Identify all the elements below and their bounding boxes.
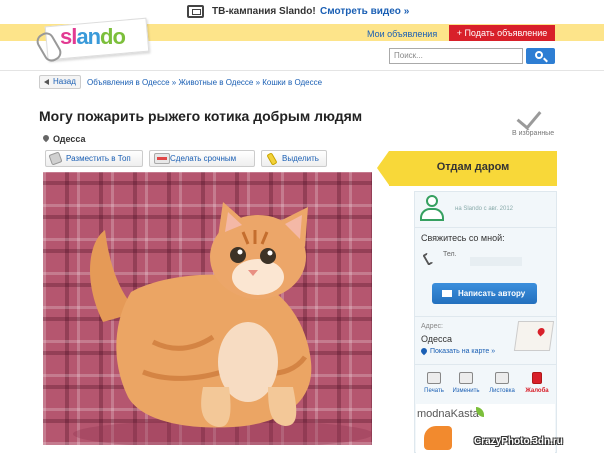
divider: [0, 70, 604, 71]
highlight-button[interactable]: Выделить: [261, 150, 327, 167]
logo-text: slando: [60, 24, 126, 49]
make-urgent-button[interactable]: Сделать срочным: [149, 150, 255, 167]
map-thumbnail-icon[interactable]: [513, 321, 555, 351]
user-since: на Slando с авг. 2012: [455, 206, 513, 212]
print-button[interactable]: Печать: [420, 372, 448, 394]
favorite-label: В избранные: [512, 130, 555, 137]
panel-divider: [414, 316, 557, 317]
arrow-left-icon: [44, 79, 49, 85]
map-pin-icon: [419, 346, 429, 356]
contact-title: Свяжитесь со мной:: [421, 233, 505, 243]
urgent-icon: [154, 153, 170, 164]
report-button[interactable]: Жалоба: [523, 372, 551, 394]
flyer-button[interactable]: Листовка: [488, 372, 516, 394]
post-ad-button[interactable]: + Подать объявление: [449, 25, 555, 41]
banner-brand: modnaKasta: [417, 408, 479, 420]
avatar-body: [420, 208, 444, 221]
slando-logo[interactable]: slando: [33, 17, 155, 65]
envelope-icon: [442, 290, 452, 297]
phone-label: Тел.: [443, 251, 457, 258]
flag-icon: [532, 372, 542, 384]
search-icon: [535, 51, 543, 59]
panel-divider: [414, 227, 557, 228]
breadcrumb[interactable]: Объявления в Одессе » Животные в Одессе …: [87, 78, 322, 87]
flyer-icon: [495, 372, 509, 384]
search-button[interactable]: [526, 48, 555, 64]
back-label: Назад: [53, 77, 76, 86]
tv-icon: [187, 5, 204, 18]
write-author-button[interactable]: Написать автору: [432, 283, 537, 304]
my-ads-link[interactable]: Мои объявления: [367, 29, 437, 39]
back-button[interactable]: Назад: [39, 75, 81, 89]
marker-icon: [266, 152, 278, 166]
address-value: Одесса: [421, 334, 453, 344]
address-label: Адрес:: [421, 323, 443, 330]
search-input[interactable]: Поиск...: [389, 48, 523, 64]
site-watermark: CrazyPhoto.3dn.ru: [474, 436, 563, 447]
price-value: Отдам даром: [436, 161, 510, 173]
panel-divider: [414, 364, 557, 365]
checkmark-icon: [516, 104, 542, 130]
printer-icon: [427, 372, 441, 384]
kitten-illustration: [73, 202, 372, 445]
user-avatar-icon: [419, 195, 445, 223]
location-pin-icon: [41, 133, 51, 143]
promo-video-link[interactable]: Смотреть видео »: [320, 6, 409, 17]
promo-text: ТВ-кампания Slando!: [212, 6, 316, 17]
shoe-image: [424, 426, 452, 450]
show-on-map-link[interactable]: Показать на карте »: [419, 346, 495, 356]
edit-button[interactable]: Изменить: [452, 372, 480, 394]
ad-city: Одесса: [41, 133, 86, 144]
pencil-icon: [459, 372, 473, 384]
price-badge: Отдам даром: [377, 151, 557, 186]
avatar-head: [426, 195, 438, 207]
phone-number-hidden[interactable]: [470, 257, 522, 266]
favorite-button[interactable]: В избранные: [512, 104, 555, 142]
top-icon: [48, 151, 63, 166]
ad-photo[interactable]: [43, 172, 372, 445]
page-title: Могу пожарить рыжего котика добрым людям: [39, 108, 363, 124]
promote-top-button[interactable]: Разместить в Топ: [45, 150, 143, 167]
